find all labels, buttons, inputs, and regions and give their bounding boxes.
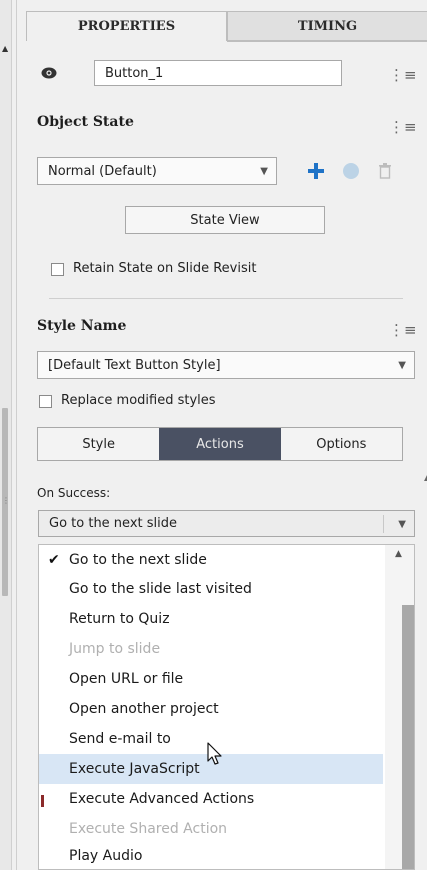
dropdown-item-label: Execute Advanced Actions bbox=[69, 791, 255, 807]
resize-grip-icon[interactable]: ⋮ bbox=[2, 496, 10, 505]
mouse-cursor-icon bbox=[207, 742, 222, 765]
reset-state-icon[interactable] bbox=[343, 163, 359, 179]
dropdown-item-label: Go to the next slide bbox=[69, 552, 207, 568]
chevron-down-icon: ▼ bbox=[398, 360, 406, 371]
on-success-select[interactable]: Go to the next slide ▼ bbox=[38, 510, 415, 537]
dropdown-item-return-to-quiz[interactable]: Return to Quiz bbox=[39, 604, 383, 634]
checkmark-icon: ✔ bbox=[48, 552, 60, 568]
state-select-value: Normal (Default) bbox=[48, 163, 157, 179]
chevron-down-icon: ▼ bbox=[398, 519, 406, 530]
dropdown-item-label: Open URL or file bbox=[69, 671, 184, 687]
section-divider bbox=[49, 298, 403, 299]
replace-styles-label: Replace modified styles bbox=[61, 393, 216, 408]
dropdown-item-label: Send e-mail to bbox=[69, 731, 171, 747]
tab-properties[interactable]: PROPERTIES bbox=[26, 11, 227, 41]
style-select[interactable]: [Default Text Button Style] ▼ bbox=[37, 351, 415, 379]
dropdown-item-label: Execute Shared Action bbox=[69, 821, 228, 837]
object-name-input[interactable] bbox=[94, 60, 342, 86]
plus-icon[interactable] bbox=[307, 162, 325, 180]
retain-state-label: Retain State on Slide Revisit bbox=[73, 261, 257, 276]
left-panel-scrollbar[interactable]: ▲ ⋮ bbox=[0, 0, 12, 870]
eye-icon[interactable] bbox=[41, 67, 57, 79]
status-marker bbox=[41, 795, 44, 807]
dropdown-item-open-url[interactable]: Open URL or file bbox=[39, 664, 383, 694]
dropdown-item-label: Return to Quiz bbox=[69, 611, 170, 627]
dropdown-scroll-thumb[interactable] bbox=[402, 605, 414, 869]
dropdown-item-label: Play Audio bbox=[69, 848, 143, 864]
scroll-up-arrow-icon[interactable]: ▲ bbox=[395, 549, 402, 559]
dropdown-item-shared-action: Execute Shared Action bbox=[39, 814, 383, 844]
panel-tabs: PROPERTIES TIMING bbox=[26, 11, 427, 41]
tab-timing[interactable]: TIMING bbox=[227, 11, 427, 41]
dropdown-item-label: Jump to slide bbox=[69, 641, 161, 657]
properties-panel: PROPERTIES TIMING ⋮≡ Object State ⋮≡ Nor… bbox=[16, 0, 427, 870]
dropdown-item-label: Open another project bbox=[69, 701, 219, 717]
dropdown-item-label: Go to the slide last visited bbox=[69, 581, 252, 597]
select-separator bbox=[383, 515, 384, 533]
segment-options[interactable]: Options bbox=[280, 428, 402, 460]
style-name-title: Style Name bbox=[37, 318, 127, 334]
dropdown-item-play-audio[interactable]: Play Audio bbox=[39, 841, 383, 869]
dropdown-item-label: Execute JavaScript bbox=[69, 761, 200, 777]
style-select-value: [Default Text Button Style] bbox=[48, 357, 221, 373]
scroll-up-arrow-icon[interactable]: ▲ bbox=[2, 44, 8, 53]
dropdown-item-advanced-actions[interactable]: Execute Advanced Actions bbox=[39, 784, 383, 814]
hamburger-menu-icon[interactable]: ⋮≡ bbox=[389, 118, 417, 136]
state-view-button[interactable]: State View bbox=[125, 206, 325, 234]
dropdown-item-last-visited[interactable]: Go to the slide last visited bbox=[39, 574, 383, 604]
hamburger-menu-icon[interactable]: ⋮≡ bbox=[389, 321, 417, 339]
hamburger-menu-icon[interactable]: ⋮≡ bbox=[389, 66, 417, 84]
retain-state-checkbox[interactable] bbox=[51, 263, 64, 276]
replace-styles-checkbox[interactable] bbox=[39, 395, 52, 408]
trash-icon[interactable] bbox=[379, 163, 391, 179]
segment-style[interactable]: Style bbox=[38, 428, 160, 460]
state-select[interactable]: Normal (Default) ▼ bbox=[37, 157, 277, 185]
dropdown-item-jump-to-slide: Jump to slide bbox=[39, 634, 383, 664]
object-state-title: Object State bbox=[37, 114, 134, 130]
on-success-label: On Success: bbox=[37, 486, 111, 500]
chevron-down-icon: ▼ bbox=[260, 166, 268, 177]
segmented-control: Style Actions Options bbox=[37, 427, 403, 461]
dropdown-item-next-slide[interactable]: ✔ Go to the next slide bbox=[39, 545, 383, 575]
dropdown-item-open-project[interactable]: Open another project bbox=[39, 694, 383, 724]
tab-underline bbox=[227, 41, 427, 42]
on-success-select-value: Go to the next slide bbox=[49, 516, 177, 531]
on-success-dropdown-list: ✔ Go to the next slide Go to the slide l… bbox=[38, 544, 415, 870]
segment-actions[interactable]: Actions bbox=[159, 428, 281, 460]
